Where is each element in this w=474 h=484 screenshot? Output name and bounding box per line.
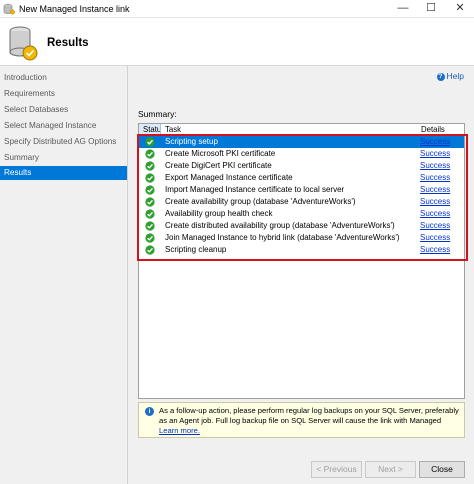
task-name: Export Managed Instance certificate xyxy=(165,173,293,182)
table-row[interactable]: Export Managed Instance certificate Succ… xyxy=(139,172,464,184)
task-name: Scripting cleanup xyxy=(165,245,227,254)
results-grid[interactable]: Status Task Details Scripting setup Succ… xyxy=(138,123,465,399)
close-button[interactable]: Close xyxy=(419,461,465,478)
info-line-2: as an Agent job. Full log backup file on… xyxy=(159,416,442,425)
details-link[interactable]: Success xyxy=(420,160,450,172)
help-icon: ? xyxy=(436,72,445,81)
table-row[interactable]: Create Microsoft PKI certificate Success xyxy=(139,148,464,160)
table-row[interactable]: Create DigiCert PKI certificate Success xyxy=(139,160,464,172)
success-check-icon xyxy=(145,161,155,171)
sidebar-item-results[interactable]: Results xyxy=(0,166,127,180)
success-check-icon xyxy=(145,233,155,243)
table-row[interactable]: Scripting cleanup Success xyxy=(139,244,464,256)
sidebar-item-introduction[interactable]: Introduction xyxy=(0,71,127,85)
table-row[interactable]: Create distributed availability group (d… xyxy=(139,220,464,232)
details-link[interactable]: Success xyxy=(420,172,450,184)
title-bar: New Managed Instance link — ☐ ✕ xyxy=(0,0,474,18)
maximize-icon: ☐ xyxy=(426,2,436,14)
success-check-icon xyxy=(145,173,155,183)
close-icon: ✕ xyxy=(455,2,465,14)
page-title: Results xyxy=(47,37,89,49)
help-link[interactable]: ? Help xyxy=(436,71,464,81)
info-line-1: As a follow-up action, please perform re… xyxy=(159,406,459,415)
main-panel: ?Help Summary: Status Task Details Scrip… xyxy=(128,66,474,484)
success-check-icon xyxy=(145,137,155,147)
task-name: Join Managed Instance to hybrid link (da… xyxy=(165,233,400,242)
details-link[interactable]: Success xyxy=(420,184,450,196)
table-row[interactable]: Scripting setup Success xyxy=(139,136,464,148)
previous-button[interactable]: < Previous xyxy=(311,461,362,478)
column-header-status[interactable]: Status xyxy=(139,124,161,136)
details-link[interactable]: Success xyxy=(420,136,450,148)
database-icon xyxy=(9,26,38,61)
task-name: Create availability group (database 'Adv… xyxy=(165,197,356,206)
close-window-button[interactable]: ✕ xyxy=(446,0,474,18)
details-link[interactable]: Success xyxy=(420,232,450,244)
table-row[interactable]: Join Managed Instance to hybrid link (da… xyxy=(139,232,464,244)
wizard-header: Results xyxy=(0,18,474,66)
minimize-button[interactable]: — xyxy=(389,0,417,18)
details-link[interactable]: Success xyxy=(420,244,450,256)
details-link[interactable]: Success xyxy=(420,208,450,220)
task-name: Create DigiCert PKI certificate xyxy=(165,161,272,170)
task-name: Scripting setup xyxy=(165,137,218,146)
column-header-details[interactable]: Details xyxy=(421,124,445,136)
sidebar-item-summary[interactable]: Summary xyxy=(0,151,127,165)
table-row[interactable]: Availability group health check Success xyxy=(139,208,464,220)
task-name: Import Managed Instance certificate to l… xyxy=(165,185,345,194)
sidebar-item-requirements[interactable]: Requirements xyxy=(0,87,127,101)
database-icon xyxy=(3,4,15,15)
details-link[interactable]: Success xyxy=(420,196,450,208)
learn-more-link[interactable]: Learn more. xyxy=(159,426,200,435)
table-row[interactable]: Create availability group (database 'Adv… xyxy=(139,196,464,208)
details-link[interactable]: Success xyxy=(420,220,450,232)
task-name: Create Microsoft PKI certificate xyxy=(165,149,276,158)
success-check-icon xyxy=(145,197,155,207)
sidebar-item-specify-distributed-ag-options[interactable]: Specify Distributed AG Options xyxy=(0,135,127,149)
help-label: Help xyxy=(446,71,464,81)
info-icon: i xyxy=(145,407,154,416)
sidebar-item-select-managed-instance[interactable]: Select Managed Instance xyxy=(0,119,127,133)
details-link[interactable]: Success xyxy=(420,148,450,160)
success-check-icon xyxy=(145,149,155,159)
sidebar-item-select-databases[interactable]: Select Databases xyxy=(0,103,127,117)
info-text: As a follow-up action, please perform re… xyxy=(159,406,459,436)
column-header-task[interactable]: Task xyxy=(165,124,181,136)
summary-label: Summary: xyxy=(138,109,177,119)
next-button[interactable]: Next > xyxy=(365,461,416,478)
info-banner: i As a follow-up action, please perform … xyxy=(138,402,465,438)
success-check-icon xyxy=(145,245,155,255)
success-check-icon xyxy=(145,185,155,195)
table-row[interactable]: Import Managed Instance certificate to l… xyxy=(139,184,464,196)
task-name: Create distributed availability group (d… xyxy=(165,221,395,230)
wizard-sidebar: Introduction Requirements Select Databas… xyxy=(0,66,128,484)
success-check-icon xyxy=(145,221,155,231)
maximize-button[interactable]: ☐ xyxy=(417,0,445,18)
minimize-icon: — xyxy=(397,2,409,14)
window-title: New Managed Instance link xyxy=(19,4,130,14)
task-name: Availability group health check xyxy=(165,209,273,218)
success-check-icon xyxy=(145,209,155,219)
